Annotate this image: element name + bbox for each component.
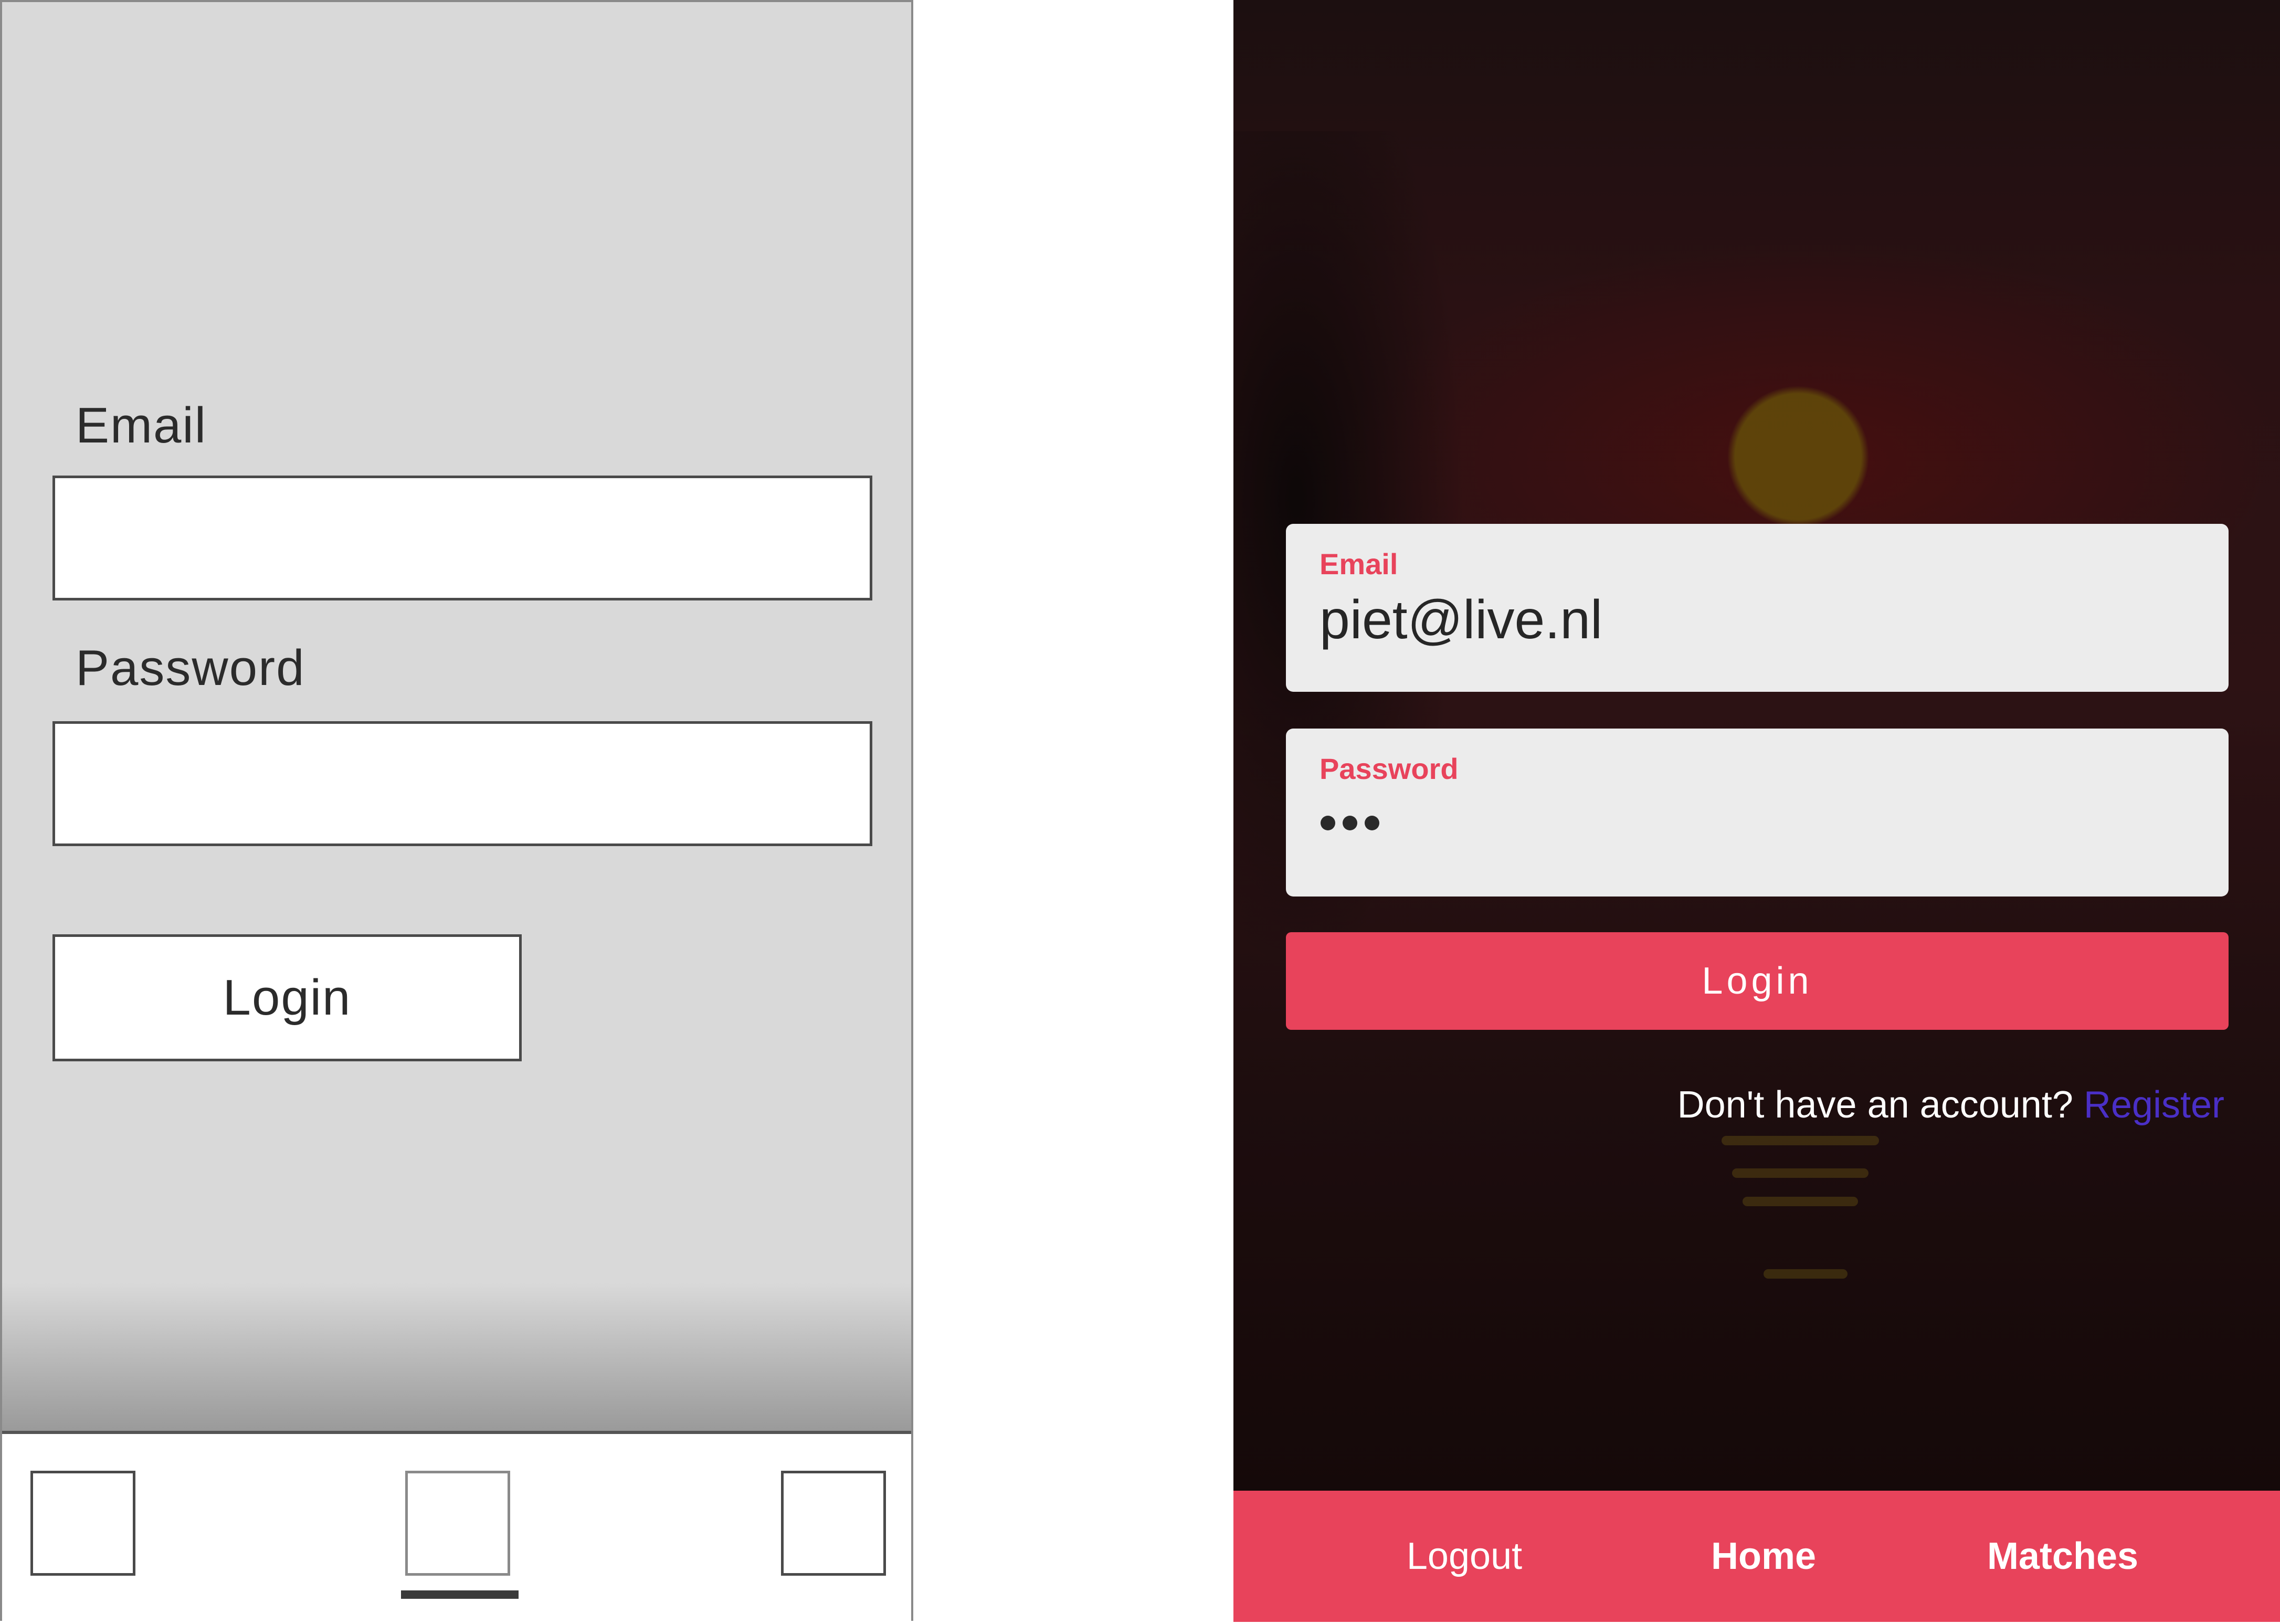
wireframe-tab-center[interactable] xyxy=(405,1471,510,1576)
email-field-label: Email xyxy=(1320,547,1398,581)
nav-home[interactable]: Home xyxy=(1648,1491,1879,1622)
wireframe-tab-right[interactable] xyxy=(781,1471,886,1576)
sun-reflection-streak xyxy=(1732,1168,1869,1178)
register-prompt-text: Don't have an account? xyxy=(1677,1084,2073,1126)
password-field[interactable]: Password xyxy=(1286,729,2229,897)
wireframe-password-field[interactable] xyxy=(52,721,872,846)
password-dot xyxy=(1321,816,1335,830)
wireframe-active-tab-indicator xyxy=(401,1590,519,1599)
password-dot xyxy=(1365,816,1379,830)
wireframe-tab-bar xyxy=(2,1431,911,1624)
bottom-navigation: Logout Home Matches xyxy=(1233,1491,2280,1622)
sun-reflection-streak xyxy=(1764,1269,1848,1279)
login-button[interactable]: Login xyxy=(1286,932,2229,1030)
email-field[interactable]: Email xyxy=(1286,524,2229,692)
wireframe-password-label: Password xyxy=(76,640,305,696)
wireframe-login-button[interactable]: Login xyxy=(52,934,522,1061)
wireframe-email-label: Email xyxy=(76,397,207,454)
register-prompt: Don't have an account? Register xyxy=(1677,1083,2224,1126)
sun-reflection-streak xyxy=(1722,1136,1879,1145)
sun-reflection-streak xyxy=(1743,1197,1858,1206)
wireframe-screen: Email Password Login xyxy=(0,0,913,1624)
password-masked-value[interactable] xyxy=(1321,816,1379,830)
wireframe-tab-left[interactable] xyxy=(30,1471,135,1576)
nav-logout[interactable]: Logout xyxy=(1349,1491,1580,1622)
nav-matches[interactable]: Matches xyxy=(1947,1491,2178,1622)
register-link[interactable]: Register xyxy=(2084,1084,2224,1126)
password-field-label: Password xyxy=(1320,752,1459,785)
app-login-screen: Email Password Login Don't have an accou… xyxy=(1233,0,2280,1622)
wireframe-email-field[interactable] xyxy=(52,476,872,600)
password-dot xyxy=(1343,816,1357,830)
email-input[interactable] xyxy=(1320,589,2159,651)
